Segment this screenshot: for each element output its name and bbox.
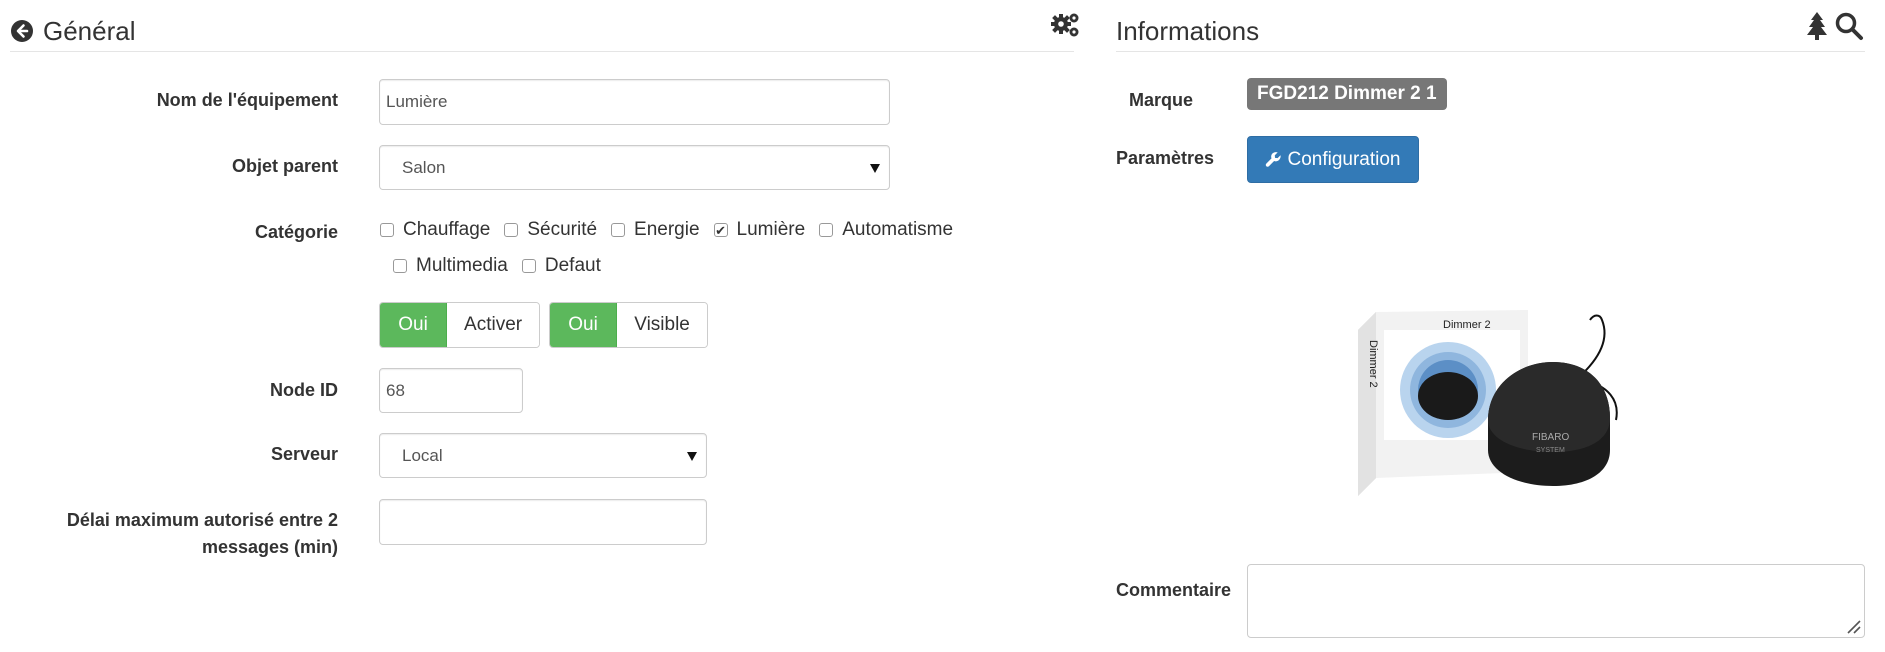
equipment-name-label: Nom de l'équipement <box>156 90 338 110</box>
checkbox[interactable] <box>819 223 834 237</box>
category-energie[interactable]: Energie <box>611 219 700 241</box>
parent-object-select[interactable]: Salon <box>379 145 890 190</box>
equipment-name-value: Lumière <box>386 92 448 111</box>
checkbox[interactable] <box>611 223 626 237</box>
checkbox[interactable] <box>504 223 519 237</box>
parameters-label: Paramètres <box>1116 148 1215 168</box>
product-box-text: Dimmer 2 <box>1443 319 1491 331</box>
advanced-config-gears-icon[interactable] <box>1050 10 1082 42</box>
checkbox[interactable] <box>521 259 536 273</box>
resize-grip-icon[interactable] <box>1845 618 1861 634</box>
node-id-value: 68 <box>386 380 405 400</box>
node-id-label: Node ID <box>269 380 338 400</box>
server-label: Serveur <box>270 444 338 464</box>
visible-toggle-label[interactable]: Visible <box>617 303 707 347</box>
product-brand-text: FIBARO <box>1532 432 1569 443</box>
general-title: Général <box>43 16 136 46</box>
chevron-down-icon <box>870 163 880 173</box>
equipment-name-input[interactable]: Lumière <box>379 79 890 125</box>
category-checkbox-row-2: Multimedia Defaut <box>393 255 615 277</box>
wrench-icon <box>1266 152 1282 167</box>
activate-toggle[interactable]: Oui Activer <box>379 302 540 348</box>
back-arrow-icon[interactable] <box>10 19 34 43</box>
comment-label: Commentaire <box>1116 580 1232 600</box>
parent-object-value: Salon <box>402 157 446 177</box>
category-automatisme[interactable]: Automatisme <box>819 219 953 241</box>
server-select[interactable]: Local <box>379 433 707 478</box>
tree-icon[interactable] <box>1804 11 1830 41</box>
category-securite[interactable]: Sécurité <box>504 219 597 241</box>
product-box-side-text: Dimmer 2 <box>1367 340 1379 388</box>
brand-badge: FGD212 Dimmer 2 1 <box>1247 78 1447 110</box>
info-title: Informations <box>1116 16 1260 46</box>
category-label: Catégorie <box>254 222 338 242</box>
parent-object-label: Objet parent <box>231 156 338 176</box>
node-id-input[interactable]: 68 <box>379 368 523 413</box>
activate-toggle-on[interactable]: Oui <box>380 303 448 347</box>
brand-label: Marque <box>1128 90 1193 110</box>
comment-textarea[interactable] <box>1247 564 1865 638</box>
visible-toggle[interactable]: Oui Visible <box>549 302 708 348</box>
category-chauffage[interactable]: Chauffage <box>380 219 490 241</box>
category-multimedia[interactable]: Multimedia <box>393 255 508 277</box>
info-header: Informations <box>1116 10 1865 52</box>
category-defaut[interactable]: Defaut <box>521 255 601 277</box>
general-header: Général <box>10 10 1079 52</box>
max-delay-input[interactable] <box>379 499 707 545</box>
activate-toggle-label[interactable]: Activer <box>447 303 539 347</box>
max-delay-label: Délai maximum autorisé entre 2 messages … <box>66 510 338 557</box>
search-icon[interactable] <box>1834 11 1864 41</box>
checkbox[interactable] <box>380 223 394 237</box>
product-image: Dimmer 2 Dimmer 2 FIBARO SYSTEM <box>1358 310 1618 496</box>
checkbox-checked[interactable]: ✔ <box>713 223 728 237</box>
configuration-button[interactable]: Configuration <box>1247 136 1419 183</box>
checkbox[interactable] <box>393 259 407 273</box>
chevron-down-icon <box>687 451 697 461</box>
server-value: Local <box>402 445 443 465</box>
category-checkbox-row-1: Chauffage Sécurité Energie ✔ Lumière Aut… <box>380 219 967 241</box>
visible-toggle-on[interactable]: Oui <box>550 303 618 347</box>
product-brand-subtext: SYSTEM <box>1536 447 1565 454</box>
category-lumiere[interactable]: ✔ Lumière <box>713 219 805 241</box>
